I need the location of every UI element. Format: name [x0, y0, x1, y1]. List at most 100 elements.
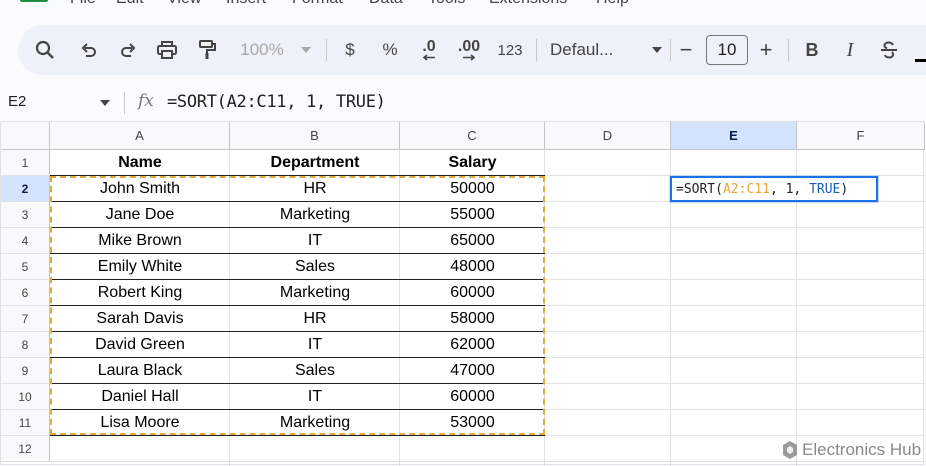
formula-function: =SORT(: [676, 181, 723, 197]
font-select[interactable]: Defaul...: [550, 25, 662, 75]
data-cell[interactable]: Daniel Hall: [50, 384, 230, 410]
column-header-c[interactable]: C: [400, 122, 545, 150]
redo-button[interactable]: [115, 25, 141, 75]
undo-icon: [81, 43, 96, 57]
toolbar: 100% $ % .0 .00 123 Defaul... − 10 + B I: [18, 25, 926, 75]
zoom-dropdown[interactable]: [298, 25, 314, 75]
data-cell[interactable]: 50000: [400, 176, 545, 202]
print-button[interactable]: [154, 25, 180, 75]
data-cell[interactable]: IT: [230, 228, 400, 254]
data-cell[interactable]: 62000: [400, 332, 545, 358]
formula-keyword: TRUE: [809, 181, 841, 197]
strikethrough-button[interactable]: [876, 25, 902, 75]
currency-format-button[interactable]: $: [338, 25, 362, 75]
dropdown-arrow-icon: [301, 47, 311, 53]
redo-icon: [121, 43, 136, 57]
menu-file[interactable]: File: [70, 0, 96, 8]
increase-decimal-button[interactable]: .00: [454, 25, 484, 75]
search-menus-button[interactable]: [32, 25, 58, 75]
row-header-4[interactable]: 4: [1, 228, 50, 254]
toolbar-divider: [670, 39, 671, 61]
data-cell[interactable]: 60000: [400, 384, 545, 410]
toolbar-divider: [788, 39, 789, 61]
menu-bar: File Edit View Insert Format Data Tools …: [0, 0, 926, 12]
menu-tools[interactable]: Tools: [428, 0, 465, 8]
more-formats-button[interactable]: 123: [494, 25, 526, 75]
data-cell[interactable]: 58000: [400, 306, 545, 332]
row-header-9[interactable]: 9: [1, 358, 50, 384]
column-header-e[interactable]: E: [671, 122, 797, 150]
menu-extensions[interactable]: Extensions: [489, 0, 567, 8]
undo-button[interactable]: [76, 25, 102, 75]
row-header-3[interactable]: 3: [1, 202, 50, 228]
column-header-d[interactable]: D: [545, 122, 671, 150]
data-cell[interactable]: Sarah Davis: [50, 306, 230, 332]
data-cell[interactable]: Laura Black: [50, 358, 230, 384]
italic-label: I: [846, 38, 854, 61]
data-cell[interactable]: HR: [230, 306, 400, 332]
menu-format[interactable]: Format: [292, 0, 343, 8]
menu-edit[interactable]: Edit: [116, 0, 144, 8]
decrease-decimal-label: .0: [422, 37, 436, 55]
active-cell-e2[interactable]: =SORT(A2:C11, 1, TRUE): [669, 175, 879, 203]
paint-format-button[interactable]: [194, 25, 220, 75]
data-cell[interactable]: 60000: [400, 280, 545, 306]
row-header-8[interactable]: 8: [1, 332, 50, 358]
data-cell[interactable]: Marketing: [230, 410, 400, 436]
data-cell[interactable]: 48000: [400, 254, 545, 280]
row-header-6[interactable]: 6: [1, 280, 50, 306]
dropdown-arrow-icon[interactable]: [100, 100, 110, 106]
formula-input[interactable]: =SORT(A2:C11, 1, TRUE): [167, 92, 386, 112]
data-cell[interactable]: 47000: [400, 358, 545, 384]
data-cell[interactable]: Mike Brown: [50, 228, 230, 254]
header-cell[interactable]: Department: [230, 150, 400, 176]
data-cell[interactable]: Marketing: [230, 202, 400, 228]
data-cell[interactable]: Sales: [230, 254, 400, 280]
decrease-font-size-button[interactable]: −: [674, 25, 698, 75]
header-cell[interactable]: Salary: [400, 150, 545, 176]
data-cell[interactable]: IT: [230, 332, 400, 358]
data-cell[interactable]: John Smith: [50, 176, 230, 202]
data-cell[interactable]: HR: [230, 176, 400, 202]
data-cell[interactable]: 53000: [400, 410, 545, 436]
header-cell[interactable]: Name: [50, 150, 230, 176]
column-header-b[interactable]: B: [230, 122, 400, 150]
data-cell[interactable]: 55000: [400, 202, 545, 228]
row-header-7[interactable]: 7: [1, 306, 50, 332]
menu-data[interactable]: Data: [369, 0, 403, 8]
electronics-hub-logo-icon: [783, 441, 797, 459]
bold-label: B: [805, 39, 819, 60]
data-cell[interactable]: Emily White: [50, 254, 230, 280]
italic-button[interactable]: I: [838, 25, 862, 75]
data-cell[interactable]: Marketing: [230, 280, 400, 306]
data-cell[interactable]: Lisa Moore: [50, 410, 230, 436]
row-header-11[interactable]: 11: [1, 410, 50, 436]
column-header-a[interactable]: A: [50, 122, 230, 150]
text-color-bar[interactable]: [915, 59, 926, 62]
bold-button[interactable]: B: [800, 25, 824, 75]
data-cell[interactable]: David Green: [50, 332, 230, 358]
column-header-f[interactable]: F: [797, 122, 925, 150]
percent-format-button[interactable]: %: [378, 25, 402, 75]
data-cell[interactable]: Sales: [230, 358, 400, 384]
row-header-1[interactable]: 1: [1, 150, 50, 176]
row-header-10[interactable]: 10: [1, 384, 50, 410]
select-all-corner[interactable]: [1, 122, 50, 150]
decrease-decimal-button[interactable]: .0: [414, 25, 444, 75]
font-size-input[interactable]: 10: [706, 35, 748, 65]
menu-insert[interactable]: Insert: [226, 0, 266, 8]
row-header-2[interactable]: 2: [1, 176, 50, 202]
increase-font-size-button[interactable]: +: [754, 25, 778, 75]
search-icon: [35, 40, 54, 59]
formula-range: A2:C11: [722, 181, 770, 197]
data-cell[interactable]: 65000: [400, 228, 545, 254]
data-cell[interactable]: Robert King: [50, 280, 230, 306]
row-header-5[interactable]: 5: [1, 254, 50, 280]
menu-help[interactable]: Help: [596, 0, 629, 8]
menu-view[interactable]: View: [167, 0, 201, 8]
data-cell[interactable]: Jane Doe: [50, 202, 230, 228]
data-cell[interactable]: IT: [230, 384, 400, 410]
row-header-12[interactable]: 12: [1, 436, 50, 462]
name-box[interactable]: E2: [8, 93, 26, 110]
zoom-select[interactable]: 100%: [234, 25, 290, 75]
